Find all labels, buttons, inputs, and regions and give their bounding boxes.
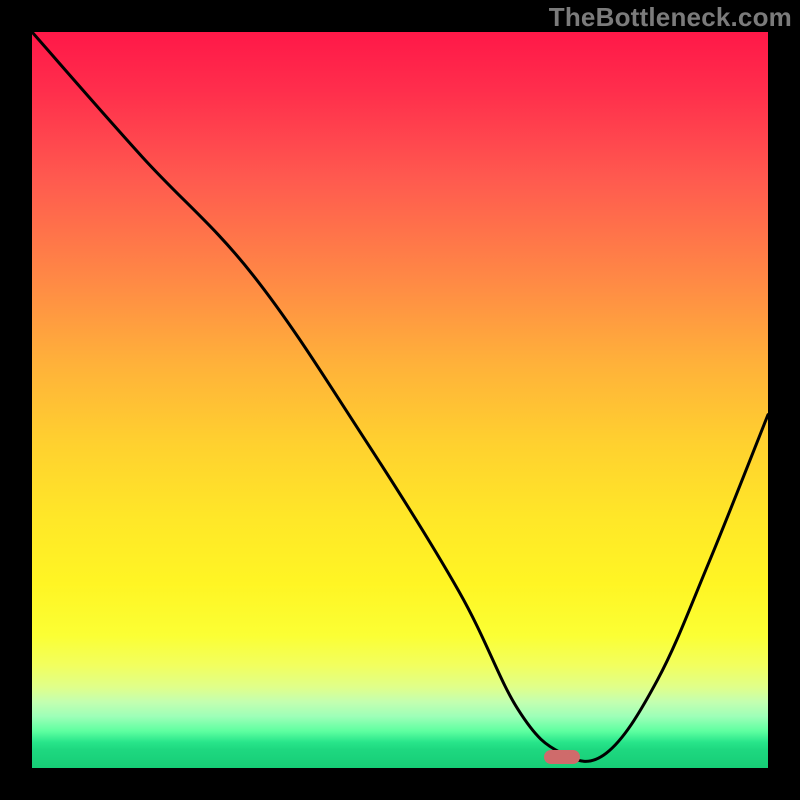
bottleneck-curve bbox=[32, 32, 768, 761]
watermark-text: TheBottleneck.com bbox=[549, 2, 792, 33]
plot-area bbox=[32, 32, 768, 768]
chart-frame: TheBottleneck.com bbox=[0, 0, 800, 800]
curve-layer bbox=[32, 32, 768, 768]
optimal-marker bbox=[544, 750, 581, 765]
